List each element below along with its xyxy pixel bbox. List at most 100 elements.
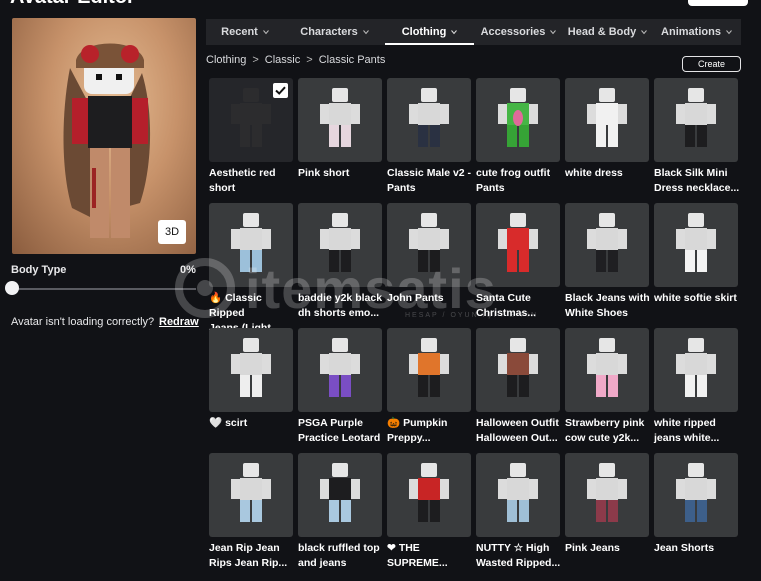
item-mannequin — [231, 213, 271, 272]
item-name-line1: black ruffled top — [298, 542, 380, 554]
item-name-line2: dh shorts emo... — [298, 307, 380, 319]
item-card[interactable]: Halloween Outfit Halloween Out... — [476, 328, 560, 444]
item-card[interactable]: NUTTY ☆ High Wasted Ripped... — [476, 453, 560, 569]
item-card[interactable]: Strawberry pink cow cute y2k... — [565, 328, 649, 444]
item-mannequin — [409, 463, 449, 522]
item-thumbnail[interactable] — [298, 203, 382, 287]
item-mannequin — [320, 338, 360, 397]
item-grid: Aesthetic red short Pink short Classic Ma… — [209, 78, 739, 569]
item-name: 🎃 Pumpkin Preppy... — [387, 416, 473, 446]
item-name: Santa Cute Christmas... — [476, 291, 562, 321]
selected-check-icon[interactable] — [273, 83, 288, 98]
item-thumbnail[interactable] — [387, 78, 471, 162]
item-card[interactable]: Black Silk Mini Dress necklace... — [654, 78, 739, 194]
item-card[interactable]: 🔥Classic RippedJeans (Light... — [209, 203, 293, 334]
body-type-value: 0% — [180, 264, 196, 276]
avatar-preview — [12, 18, 196, 254]
item-card[interactable]: ❤ THE SUPREME... — [387, 453, 471, 569]
item-thumbnail[interactable] — [209, 78, 293, 162]
item-card[interactable]: white ripped jeans white... — [654, 328, 738, 444]
tab-animations[interactable]: Animations — [652, 19, 741, 45]
item-name-line1: white dress — [565, 167, 623, 179]
item-name-line2: jeans white... — [654, 432, 720, 444]
item-name: 🤍 scirt — [209, 416, 295, 431]
item-name-line1: Pink Jeans — [565, 542, 620, 554]
toggle-3d-button[interactable]: 3D — [158, 220, 186, 244]
item-card[interactable]: Jean Shorts — [654, 453, 738, 554]
tab-head-body[interactable]: Head & Body — [563, 19, 652, 45]
body-type-slider-track[interactable] — [12, 288, 196, 290]
item-name: NUTTY ☆ High Wasted Ripped... — [476, 541, 562, 571]
item-thumbnail[interactable] — [209, 328, 293, 412]
loading-help-text: Avatar isn't loading correctly? — [11, 316, 155, 328]
item-mannequin — [231, 338, 271, 397]
item-name-line2: SUPREME... — [387, 557, 448, 569]
item-thumbnail[interactable] — [387, 328, 471, 412]
item-name: Black Silk Mini Dress necklace... — [654, 166, 740, 196]
item-mannequin — [587, 338, 627, 397]
item-thumbnail[interactable] — [298, 453, 382, 537]
item-card[interactable]: 🎃 Pumpkin Preppy... — [387, 328, 471, 444]
item-card[interactable]: Black Jeans with White Shoes — [565, 203, 650, 319]
item-card[interactable]: PSGA Purple Practice Leotard — [298, 328, 382, 444]
item-thumbnail[interactable] — [387, 453, 471, 537]
breadcrumb-clothing[interactable]: Clothing — [206, 54, 246, 66]
item-name-line1: Halloween Outfit — [476, 417, 559, 429]
body-type-slider-thumb[interactable] — [5, 281, 19, 295]
item-name-line1: Jean Rip Jean — [209, 542, 280, 554]
item-card[interactable]: 🤍 scirt — [209, 328, 293, 429]
tab-clothing[interactable]: Clothing — [385, 19, 474, 45]
item-thumbnail[interactable] — [565, 328, 649, 412]
item-thumbnail[interactable] — [476, 328, 560, 412]
tab-label: Clothing — [401, 26, 447, 38]
item-thumbnail[interactable] — [476, 203, 560, 287]
item-name-line2: and jeans — [298, 557, 347, 569]
item-thumbnail[interactable] — [654, 203, 738, 287]
item-mannequin — [320, 463, 360, 522]
create-button[interactable]: Create — [682, 56, 741, 72]
item-name-line1: Black Jeans with — [565, 292, 650, 304]
item-thumbnail[interactable] — [298, 328, 382, 412]
tab-characters[interactable]: Characters — [284, 19, 385, 45]
item-name: Jean Shorts — [654, 541, 740, 556]
breadcrumb-separator: > — [252, 54, 259, 66]
item-thumbnail[interactable] — [209, 203, 293, 287]
item-thumbnail[interactable] — [654, 78, 738, 162]
item-card[interactable]: white softie skirt — [654, 203, 738, 304]
item-card[interactable]: Classic Male v2 - Pants — [387, 78, 471, 194]
item-card[interactable]: John Pants — [387, 203, 471, 304]
item-card[interactable]: Santa Cute Christmas... — [476, 203, 560, 319]
item-name-emoji: 🎃 — [387, 417, 401, 429]
item-name: Black Jeans with White Shoes — [565, 291, 651, 321]
breadcrumb-classic[interactable]: Classic — [265, 54, 300, 66]
chevron-down-icon — [451, 30, 458, 35]
item-thumbnail[interactable] — [654, 453, 738, 537]
item-thumbnail[interactable] — [565, 453, 649, 537]
item-thumbnail[interactable] — [565, 203, 649, 287]
avatar-figure — [63, 43, 151, 238]
item-card[interactable]: baddie y2k black dh shorts emo... — [298, 203, 382, 319]
top-action-button[interactable] — [688, 0, 748, 6]
item-name-line1: Black Silk Mini — [654, 167, 728, 179]
item-thumbnail[interactable] — [387, 203, 471, 287]
item-card[interactable]: Jean Rip Jean Rips Jean Rip... — [209, 453, 293, 569]
item-card[interactable]: white dress — [565, 78, 649, 179]
item-name-line2: Wasted Ripped... — [476, 557, 561, 569]
tab-accessories[interactable]: Accessories — [474, 19, 563, 45]
redraw-link[interactable]: Redraw — [159, 316, 199, 328]
item-card[interactable]: Aesthetic red short — [209, 78, 293, 194]
item-name-line1: scirt — [225, 417, 248, 429]
item-card[interactable]: cute frog outfit Pants — [476, 78, 560, 194]
item-card[interactable]: Pink Jeans — [565, 453, 649, 554]
item-name: Classic Male v2 - Pants — [387, 166, 473, 196]
item-thumbnail[interactable] — [298, 78, 382, 162]
item-thumbnail[interactable] — [476, 78, 560, 162]
item-thumbnail[interactable] — [565, 78, 649, 162]
item-thumbnail[interactable] — [654, 328, 738, 412]
item-thumbnail[interactable] — [209, 453, 293, 537]
item-card[interactable]: Pink short — [298, 78, 382, 179]
item-name: ❤ THE SUPREME... — [387, 541, 473, 571]
tab-recent[interactable]: Recent — [206, 19, 284, 45]
item-card[interactable]: black ruffled top and jeans — [298, 453, 382, 569]
item-thumbnail[interactable] — [476, 453, 560, 537]
